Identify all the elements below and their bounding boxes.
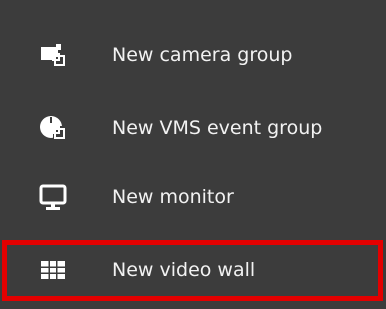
camera-group-icon bbox=[38, 40, 68, 70]
menu-item-label: New video wall bbox=[112, 259, 256, 281]
monitor-icon bbox=[38, 182, 68, 212]
menu-item-new-vms-event-group[interactable]: New VMS event group bbox=[0, 98, 386, 158]
menu-item-new-video-wall[interactable]: New video wall bbox=[0, 240, 386, 300]
menu-item-new-camera-group[interactable]: New camera group bbox=[0, 25, 386, 85]
menu-item-label: New camera group bbox=[112, 44, 293, 66]
video-wall-icon bbox=[38, 255, 68, 285]
menu-item-new-monitor[interactable]: New monitor bbox=[0, 167, 386, 227]
menu-item-label: New VMS event group bbox=[112, 117, 323, 139]
context-menu: New camera group New VMS event group New… bbox=[0, 0, 386, 309]
vms-event-group-icon bbox=[38, 113, 68, 143]
menu-item-label: New monitor bbox=[112, 186, 234, 208]
